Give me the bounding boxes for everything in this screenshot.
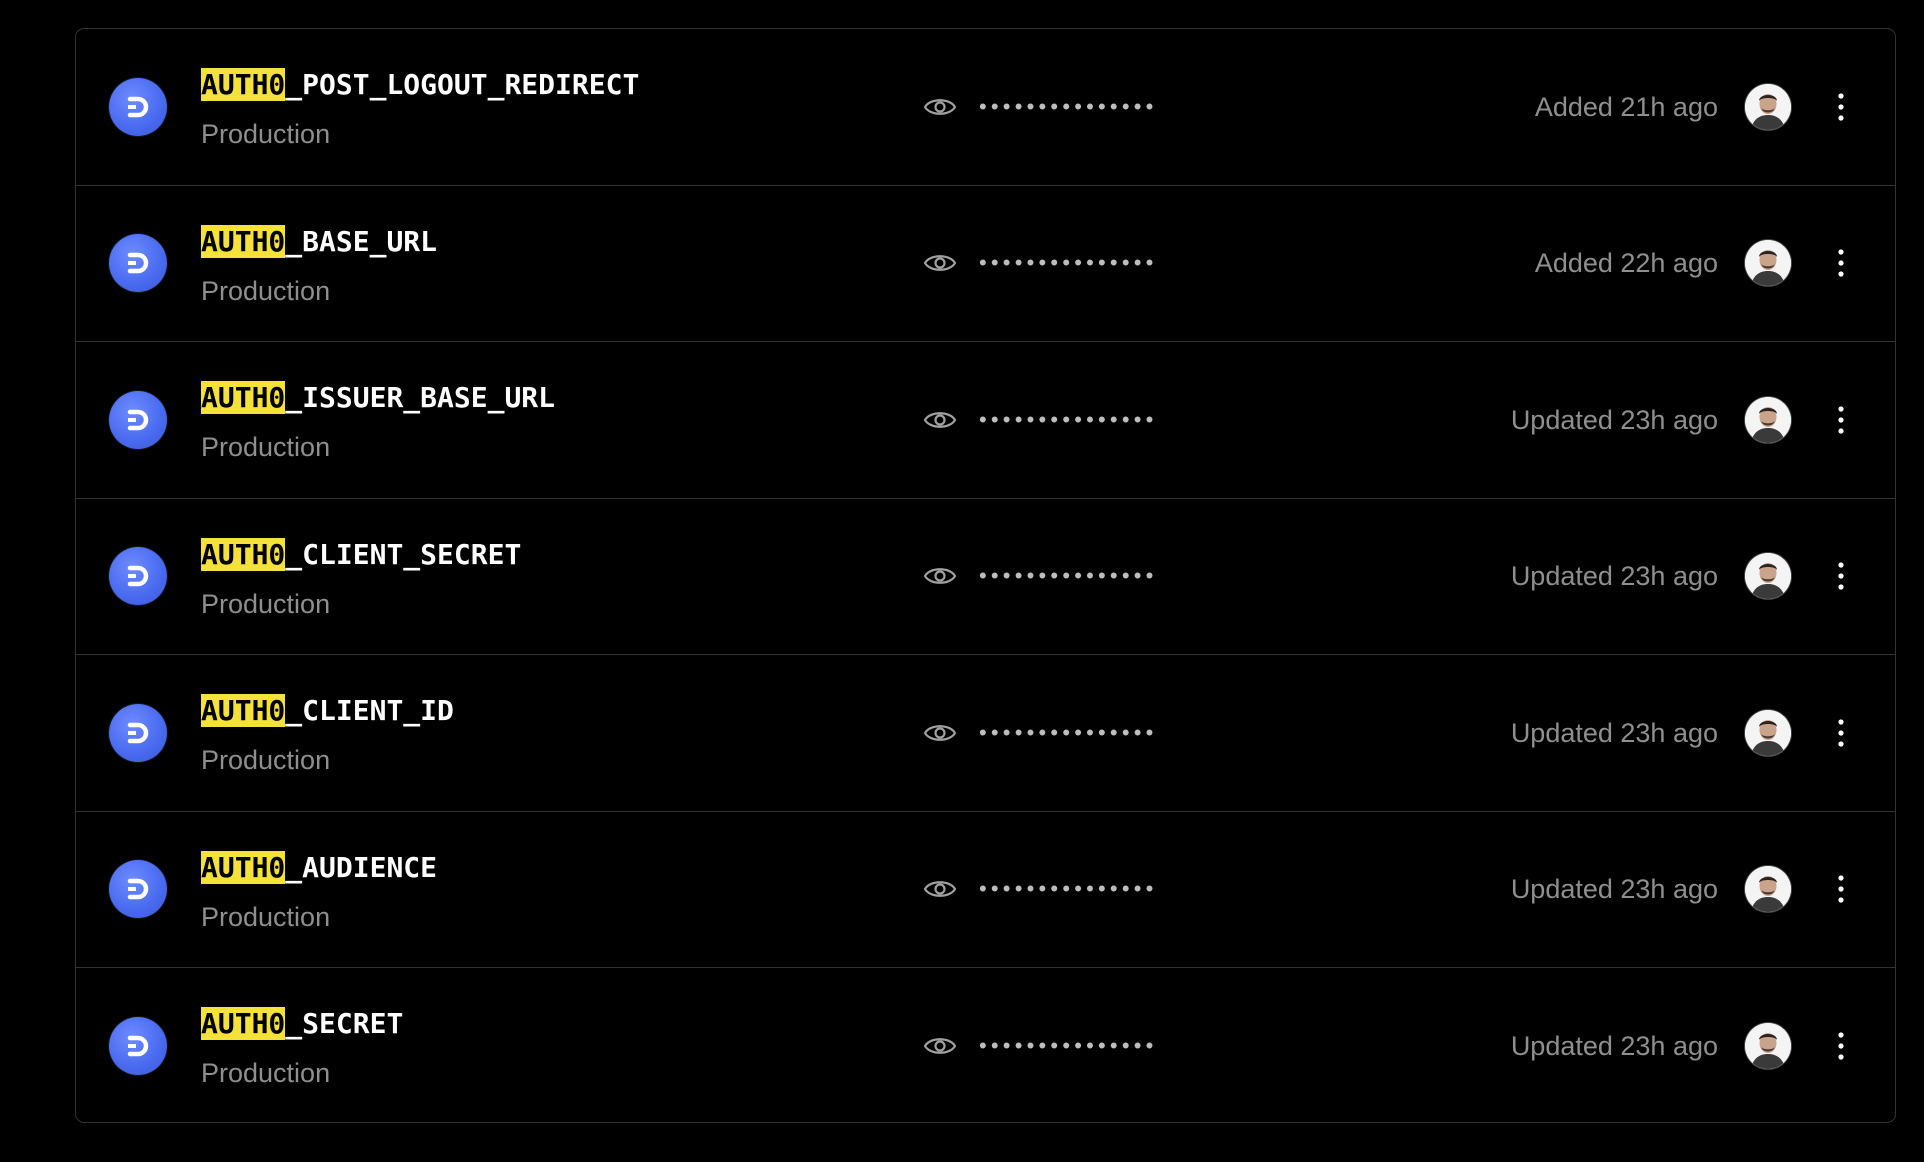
eye-icon[interactable] [921, 557, 959, 595]
env-var-row[interactable]: AUTH0_AUDIENCE Production ••••••••••••••… [76, 812, 1895, 968]
user-avatar[interactable] [1745, 553, 1791, 600]
search-match-highlight: AUTH0 [201, 694, 286, 727]
env-var-row[interactable]: AUTH0_POST_LOGOUT_REDIRECT Production ••… [76, 29, 1895, 186]
env-var-key-suffix: _POST_LOGOUT_REDIRECT [285, 68, 640, 101]
eye-icon[interactable] [921, 401, 959, 439]
integration-logo-icon [109, 860, 167, 919]
env-var-target: Production [201, 275, 331, 306]
more-vertical-icon[interactable] [1827, 1026, 1855, 1066]
env-var-row[interactable]: AUTH0_SECRET Production ••••••••••••••• … [76, 968, 1895, 1122]
env-var-key-suffix: _CLIENT_ID [285, 694, 454, 727]
env-var-key[interactable]: AUTH0_CLIENT_SECRET [201, 537, 521, 573]
search-match-highlight: AUTH0 [201, 850, 286, 884]
env-var-status: Added 22h ago [1534, 248, 1718, 279]
integration-logo-icon [109, 390, 167, 449]
more-vertical-icon[interactable] [1827, 400, 1855, 440]
search-match-highlight: AUTH0 [201, 1007, 286, 1040]
env-var-target: Production [201, 901, 331, 932]
integration-logo-icon [109, 234, 167, 293]
env-var-row[interactable]: AUTH0_CLIENT_SECRET Production •••••••••… [76, 499, 1895, 655]
user-avatar[interactable] [1745, 396, 1791, 443]
eye-icon[interactable] [921, 1027, 959, 1065]
more-vertical-icon[interactable] [1827, 713, 1855, 753]
env-var-target: Production [201, 119, 331, 149]
user-avatar[interactable] [1745, 240, 1791, 287]
eye-icon[interactable] [921, 88, 959, 126]
env-var-key[interactable]: AUTH0_SECRET [201, 1006, 403, 1042]
masked-value: ••••••••••••••• [979, 719, 1158, 745]
search-match-highlight: AUTH0 [201, 381, 286, 414]
env-var-key[interactable]: AUTH0_POST_LOGOUT_REDIRECT [201, 67, 639, 103]
more-vertical-icon[interactable] [1827, 869, 1855, 909]
env-var-key-suffix: _CLIENT_SECRET [285, 537, 522, 571]
env-var-row[interactable]: AUTH0_CLIENT_ID Production •••••••••••••… [76, 655, 1895, 812]
integration-logo-icon [109, 703, 167, 762]
search-match-highlight: AUTH0 [201, 224, 286, 258]
env-var-key[interactable]: AUTH0_BASE_URL [201, 224, 437, 260]
masked-value: ••••••••••••••• [979, 250, 1158, 276]
masked-value: ••••••••••••••• [979, 93, 1158, 119]
env-var-key-suffix: _AUDIENCE [285, 850, 438, 884]
eye-icon[interactable] [921, 870, 959, 908]
user-avatar[interactable] [1745, 866, 1791, 913]
env-var-key[interactable]: AUTH0_ISSUER_BASE_URL [201, 380, 555, 416]
integration-logo-icon [109, 77, 167, 136]
env-var-target: Production [201, 745, 331, 775]
user-avatar[interactable] [1745, 1023, 1791, 1070]
env-var-status: Updated 23h ago [1510, 717, 1718, 748]
env-var-status: Updated 23h ago [1510, 874, 1718, 905]
env-var-status: Updated 23h ago [1510, 1031, 1718, 1062]
env-var-status: Added 21h ago [1534, 91, 1718, 122]
eye-icon[interactable] [921, 714, 959, 752]
masked-value: ••••••••••••••• [979, 876, 1158, 902]
env-var-target: Production [201, 588, 331, 619]
masked-value: ••••••••••••••• [979, 406, 1158, 432]
env-var-status: Updated 23h ago [1510, 561, 1718, 592]
env-var-key-suffix: _BASE_URL [285, 224, 438, 258]
search-match-highlight: AUTH0 [201, 68, 286, 101]
integration-logo-icon [109, 1017, 167, 1076]
env-var-row[interactable]: AUTH0_ISSUER_BASE_URL Production •••••••… [76, 342, 1895, 499]
masked-value: ••••••••••••••• [979, 1033, 1158, 1059]
more-vertical-icon[interactable] [1827, 87, 1855, 127]
user-avatar[interactable] [1745, 83, 1791, 130]
env-var-key[interactable]: AUTH0_AUDIENCE [201, 850, 437, 886]
more-vertical-icon[interactable] [1827, 243, 1855, 283]
env-var-row[interactable]: AUTH0_BASE_URL Production ••••••••••••••… [76, 186, 1895, 342]
integration-logo-icon [109, 547, 167, 606]
env-var-key[interactable]: AUTH0_CLIENT_ID [201, 693, 454, 729]
eye-icon[interactable] [921, 244, 959, 282]
environment-variables-list: AUTH0_POST_LOGOUT_REDIRECT Production ••… [75, 28, 1896, 1123]
masked-value: ••••••••••••••• [979, 563, 1158, 589]
env-var-target: Production [201, 1058, 331, 1088]
user-avatar[interactable] [1745, 709, 1791, 756]
search-match-highlight: AUTH0 [201, 537, 286, 571]
more-vertical-icon[interactable] [1827, 556, 1855, 596]
env-var-key-suffix: _SECRET [285, 1007, 404, 1040]
env-var-key-suffix: _ISSUER_BASE_URL [285, 381, 556, 414]
env-var-target: Production [201, 432, 331, 462]
env-var-status: Updated 23h ago [1510, 404, 1718, 435]
